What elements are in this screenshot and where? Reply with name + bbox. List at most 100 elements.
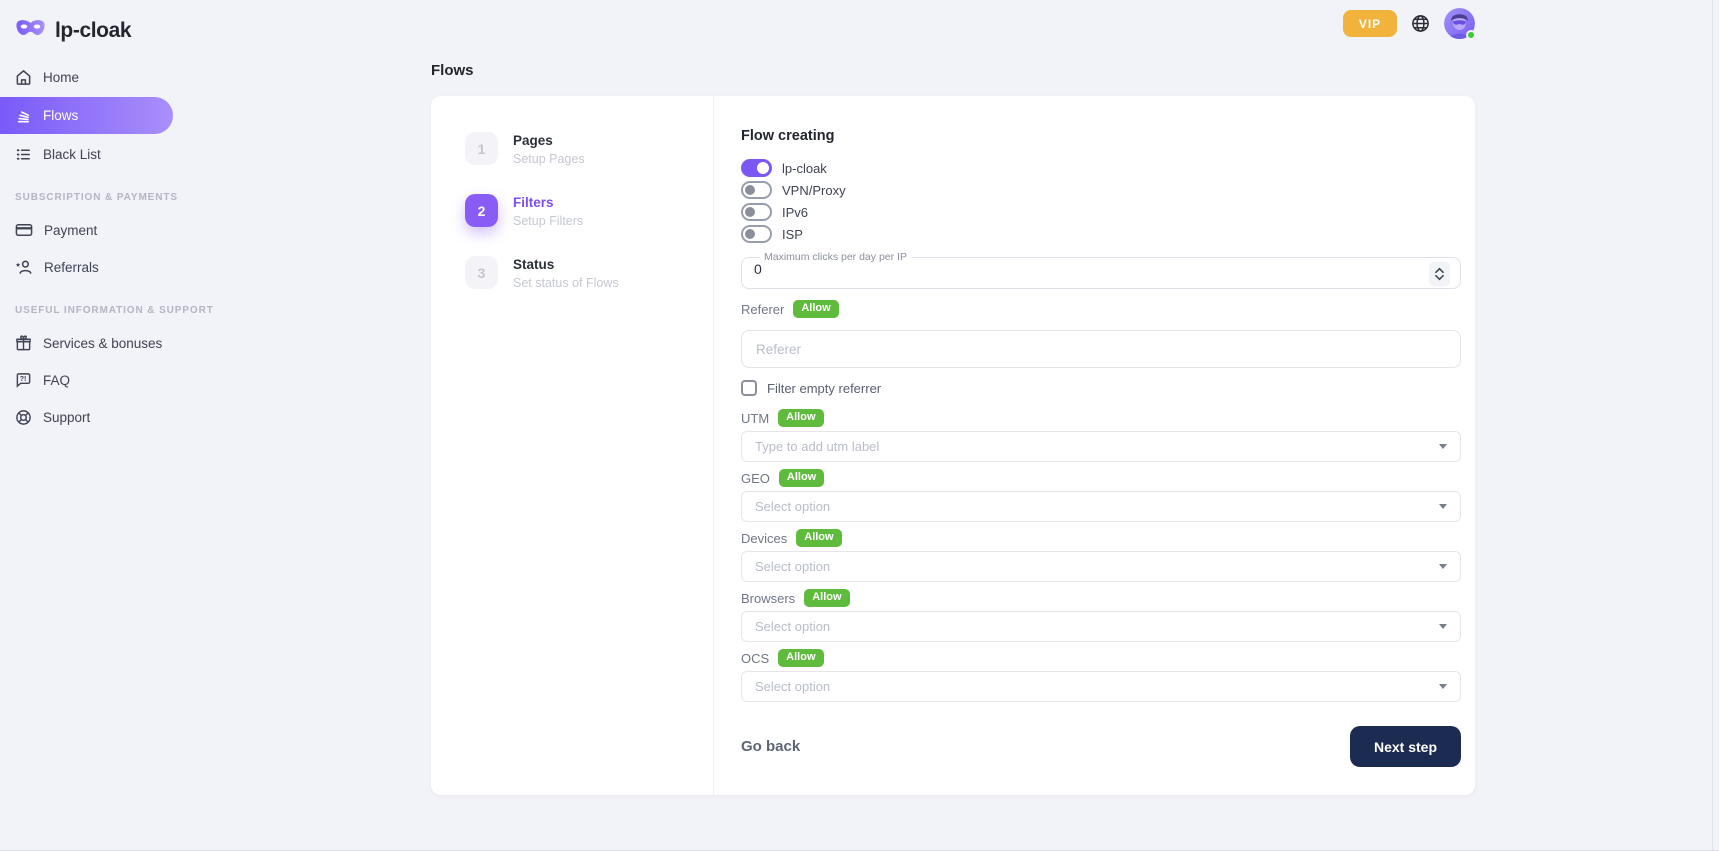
caret-down-icon bbox=[1439, 504, 1447, 509]
gift-icon bbox=[15, 335, 32, 352]
filter-empty-referrer-label: Filter empty referrer bbox=[767, 381, 881, 396]
toggle-ipv6[interactable]: IPv6 bbox=[741, 202, 1461, 222]
filter-group-geo: GEO Allow Select option bbox=[741, 469, 1461, 522]
max-clicks-field: Maximum clicks per day per IP bbox=[741, 251, 1461, 289]
sidebar-item-label: Support bbox=[43, 410, 90, 425]
toggle-label: VPN/Proxy bbox=[782, 183, 846, 198]
form-title: Flow creating bbox=[741, 128, 1461, 144]
go-back-button[interactable]: Go back bbox=[741, 738, 800, 755]
max-clicks-input[interactable] bbox=[754, 261, 1379, 277]
filter-empty-referrer-row[interactable]: Filter empty referrer bbox=[741, 380, 1461, 396]
sidebar-item-services-bonuses[interactable]: Services & bonuses bbox=[0, 326, 173, 360]
wizard-steps: 1PagesSetup Pages2FiltersSetup Filters3S… bbox=[431, 96, 714, 795]
geo-label: GEO bbox=[741, 471, 770, 486]
flow-form: Flow creating lp-cloak VPN/Proxy IPv6 ISP M… bbox=[714, 96, 1475, 795]
sidebar-item-label: Black List bbox=[43, 147, 101, 162]
sidebar-item-flows[interactable]: Flows bbox=[0, 97, 173, 134]
devices-label-row: DevicesAllow bbox=[741, 529, 1461, 547]
toggle-label: lp-cloak bbox=[782, 161, 827, 176]
sidebar-item-faq[interactable]: ?! FAQ bbox=[0, 363, 173, 397]
sidebar-item-black-list[interactable]: Black List bbox=[0, 137, 173, 171]
browsers-label-row: Browsers Allow bbox=[741, 589, 1461, 607]
select-placeholder: Type to add utm label bbox=[755, 439, 879, 454]
toggle-switch[interactable] bbox=[741, 225, 772, 243]
next-step-button[interactable]: Next step bbox=[1350, 726, 1461, 767]
devices-select[interactable]: Select option bbox=[741, 551, 1461, 582]
step-number: 1 bbox=[465, 132, 498, 165]
app-logo[interactable]: lp-cloak bbox=[0, 0, 200, 44]
toggle-switch[interactable] bbox=[741, 203, 772, 221]
select-placeholder: Select option bbox=[755, 559, 830, 574]
toggle-knob bbox=[745, 229, 755, 239]
globe-icon[interactable] bbox=[1411, 14, 1430, 33]
sidebar-nav: HomeFlows Black List SUBSCRIPTION & PAYMEN… bbox=[0, 60, 173, 434]
sidebar-section-header: USEFUL INFORMATION & SUPPORT bbox=[15, 305, 161, 316]
toggle-switch[interactable] bbox=[741, 181, 772, 199]
app-title: lp-cloak bbox=[55, 19, 131, 43]
toggle-lp-cloak[interactable]: lp-cloak bbox=[741, 158, 1461, 178]
scrollbar-track[interactable] bbox=[1712, 0, 1713, 851]
stepper-up-down-icon[interactable] bbox=[1429, 261, 1450, 286]
devices-allow-badge[interactable]: Allow bbox=[796, 529, 841, 547]
form-footer: Go back Next step bbox=[741, 726, 1461, 767]
browsers-select[interactable]: Select option bbox=[741, 611, 1461, 642]
home-icon bbox=[15, 69, 32, 86]
filter-selects: UTMAllowType to add utm labelGEOAllowSel… bbox=[741, 409, 1461, 702]
flow-card: 1PagesSetup Pages2FiltersSetup Filters3S… bbox=[431, 96, 1475, 795]
wizard-step-filters[interactable]: 2FiltersSetup Filters bbox=[465, 194, 713, 228]
browsers-label: Browsers bbox=[741, 591, 795, 606]
flows-icon bbox=[15, 107, 32, 124]
black-list-icon bbox=[15, 146, 32, 163]
toggle-vpn-proxy[interactable]: VPN/Proxy bbox=[741, 180, 1461, 200]
svg-text:?!: ?! bbox=[20, 375, 27, 383]
step-subtitle: Set status of Flows bbox=[513, 276, 619, 290]
wizard-step-pages[interactable]: 1 Pages Setup Pages bbox=[465, 132, 713, 166]
filter-group-browsers: Browsers Allow Select option bbox=[741, 589, 1461, 642]
utm-select[interactable]: Type to add utm label bbox=[741, 431, 1461, 462]
ocs-label-row: OCSAllow bbox=[741, 649, 1461, 667]
wizard-step-status[interactable]: 3 Status Set status of Flows bbox=[465, 256, 713, 290]
filter-group-ocs: OCSAllow Select option bbox=[741, 649, 1461, 702]
geo-allow-badge[interactable]: Allow bbox=[779, 469, 824, 487]
toggle-switch[interactable] bbox=[741, 159, 772, 177]
toggle-isp[interactable]: ISP bbox=[741, 224, 1461, 244]
toggle-list: lp-cloak VPN/Proxy IPv6 ISP bbox=[741, 158, 1461, 244]
toggle-label: ISP bbox=[782, 227, 803, 242]
referer-allow-badge[interactable]: Allow bbox=[793, 300, 838, 318]
sidebar-item-label: Referrals bbox=[44, 260, 99, 275]
step-subtitle: Setup Filters bbox=[513, 214, 583, 228]
filter-group-utm: UTMAllowType to add utm label bbox=[741, 409, 1461, 462]
filter-empty-referrer-checkbox[interactable] bbox=[741, 380, 757, 396]
vip-badge[interactable]: VIP bbox=[1343, 10, 1397, 37]
ocs-select[interactable]: Select option bbox=[741, 671, 1461, 702]
step-title: Pages bbox=[513, 132, 585, 148]
step-title: Status bbox=[513, 256, 619, 272]
topbar-controls: VIP bbox=[1343, 8, 1475, 39]
browsers-allow-badge[interactable]: Allow bbox=[804, 589, 849, 607]
ocs-allow-badge[interactable]: Allow bbox=[778, 649, 823, 667]
sidebar-section-header: SUBSCRIPTION & PAYMENTS bbox=[15, 192, 161, 203]
filter-group-devices: DevicesAllow Select option bbox=[741, 529, 1461, 582]
geo-select[interactable]: Select option bbox=[741, 491, 1461, 522]
sidebar: lp-cloak HomeFlows Black List SUBSCRIPTION… bbox=[0, 0, 200, 437]
caret-down-icon bbox=[1439, 684, 1447, 689]
caret-down-icon bbox=[1439, 444, 1447, 449]
online-status-dot bbox=[1466, 30, 1476, 40]
step-number: 3 bbox=[465, 256, 498, 289]
utm-allow-badge[interactable]: Allow bbox=[778, 409, 823, 427]
select-placeholder: Select option bbox=[755, 679, 830, 694]
page-title: Flows bbox=[431, 62, 474, 79]
referer-input[interactable] bbox=[741, 330, 1461, 368]
step-number: 2 bbox=[465, 194, 498, 227]
referer-label: Referer bbox=[741, 302, 784, 317]
caret-down-icon bbox=[1439, 564, 1447, 569]
sidebar-item-support[interactable]: Support bbox=[0, 400, 173, 434]
sidebar-item-label: FAQ bbox=[43, 373, 70, 388]
step-subtitle: Setup Pages bbox=[513, 152, 585, 166]
sidebar-item-home[interactable]: Home bbox=[0, 60, 173, 94]
user-avatar[interactable] bbox=[1444, 8, 1475, 39]
sidebar-item-referrals[interactable]: Referrals bbox=[0, 250, 173, 284]
sidebar-item-payment[interactable]: Payment bbox=[0, 213, 173, 247]
sidebar-item-label: Payment bbox=[44, 223, 97, 238]
toggle-knob bbox=[745, 185, 755, 195]
